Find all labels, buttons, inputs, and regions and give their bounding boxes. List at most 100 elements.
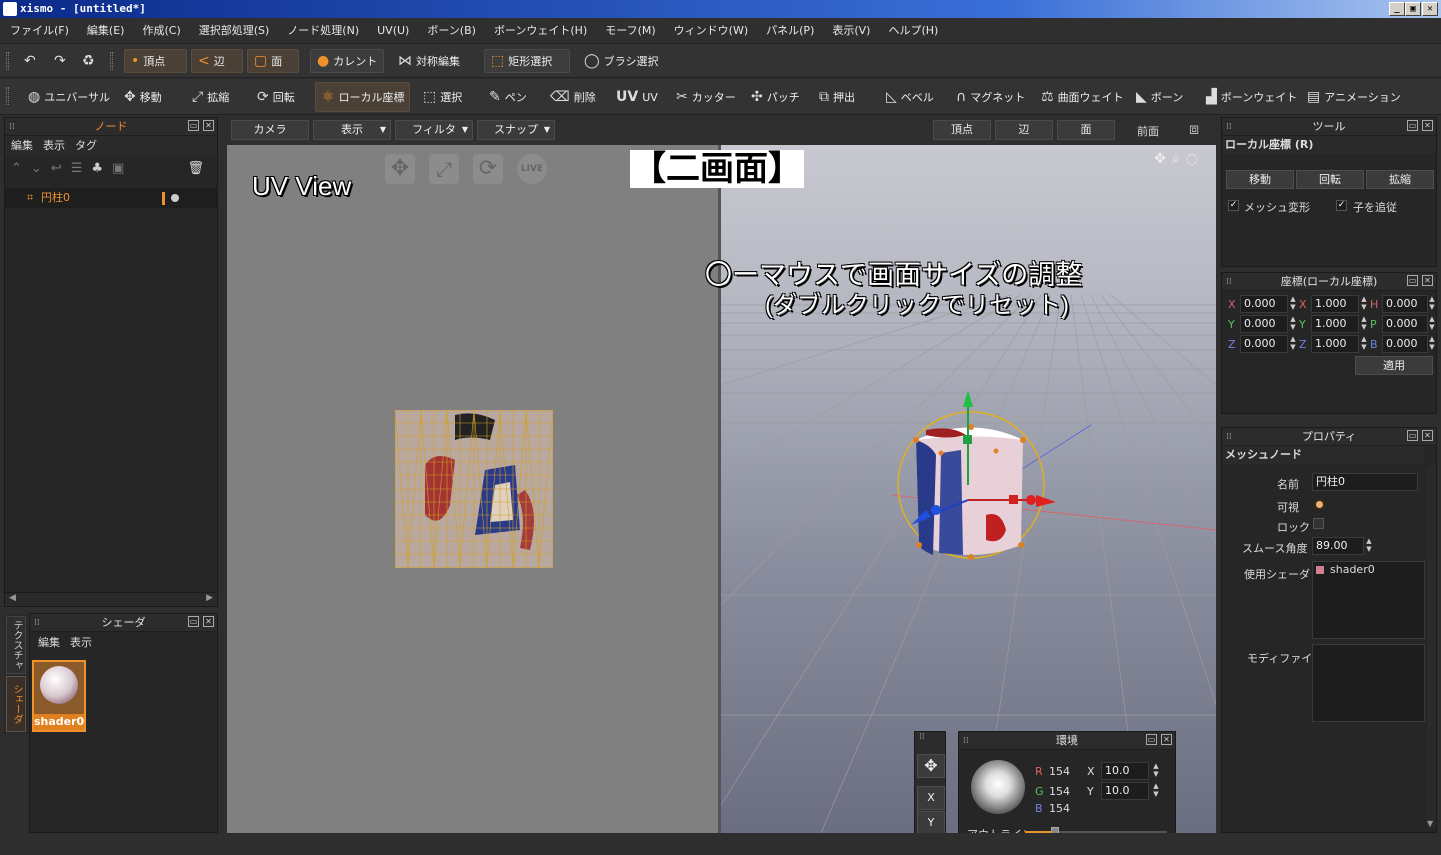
axis-y-button[interactable]: Y [917,811,945,835]
menu-panel[interactable]: パネル(P) [756,18,822,44]
lock-checkbox[interactable] [1313,518,1324,529]
rot-b-input[interactable]: 0.000 [1382,335,1428,353]
cutter-tool[interactable]: ✂ カッター [670,85,742,109]
pen-tool[interactable]: ✎ ペン [483,85,533,109]
light-x-input[interactable]: 10.0 [1101,762,1149,780]
current-button[interactable]: ● カレント [310,49,384,73]
menu-window[interactable]: ウィンドウ(W) [664,18,756,44]
scroll-right-icon[interactable]: ▶ [206,593,213,603]
extrude-tool[interactable]: ⧉ 押出 [813,85,861,109]
animation-tool[interactable]: ▤ アニメーション [1301,85,1407,109]
panel-float-icon[interactable]: ▭ [188,616,199,627]
panel-close-icon[interactable]: ✕ [1422,430,1433,441]
light-y-spinner[interactable]: ▲ ▼ [1151,782,1161,800]
toolbar-grip[interactable] [6,87,9,105]
panel-grip[interactable]: ⁞⁞ [963,732,969,750]
bone-tool[interactable]: ◣ ボーン [1130,85,1189,109]
menu-create[interactable]: 作成(C) [132,18,188,44]
pos-x-spinner[interactable]: ▲ ▼ [1288,295,1298,313]
trash-icon[interactable]: 🗑 [187,156,213,182]
visible-radio[interactable] [1314,499,1325,510]
follow-child-checkbox[interactable]: ✓ [1336,200,1347,211]
modifier-list[interactable] [1312,644,1425,722]
panel-float-icon[interactable]: ▭ [1407,275,1418,286]
down-arrow-icon[interactable]: ⌄ [31,161,51,176]
scale-y-spinner[interactable]: ▲ ▼ [1359,315,1369,333]
local-coord-tool[interactable]: ⚛ ローカル座標 [315,82,410,112]
filter-dropdown[interactable]: フィルタ ▼ [395,120,473,140]
node-menu-view[interactable]: 表示 [43,139,65,152]
redo-icon[interactable]: ↷ [48,49,72,73]
restore-icon[interactable]: ▣ [1405,2,1421,16]
rot-b-spinner[interactable]: ▲ ▼ [1427,335,1437,353]
universal-tool[interactable]: ◍ ユニバーサル [22,85,116,109]
panel-close-icon[interactable]: ✕ [1422,120,1433,131]
minimize-icon[interactable]: _ [1389,2,1405,16]
light-y-input[interactable]: 10.0 [1101,782,1149,800]
vertex-mode-button[interactable]: • 頂点 [124,49,187,73]
view-dropdown[interactable]: 表示 ▼ [313,120,391,140]
rot-p-input[interactable]: 0.000 [1382,315,1428,333]
node-hscrollbar[interactable]: ◀ ▶ [5,592,217,606]
tool-move-button[interactable]: 移動 [1226,170,1294,189]
panel-close-icon[interactable]: ✕ [203,120,214,131]
shader-menu-edit[interactable]: 編集 [38,636,60,649]
cube-icon[interactable]: ▣ [112,161,133,176]
scale-y-input[interactable]: 1.000 [1311,315,1359,333]
shader-menu-view[interactable]: 表示 [70,636,92,649]
smooth-angle-spinner[interactable]: ▲ ▼ [1364,537,1374,555]
shader-list-item[interactable]: shader0 [1330,563,1375,576]
pos-z-input[interactable]: 0.000 [1240,335,1288,353]
uv-zoom-icon[interactable]: ⤢ [429,154,459,184]
uv-rotate-icon[interactable]: ⟳ [473,154,503,184]
rect-select-button[interactable]: ⬚ 矩形選択 [484,49,570,73]
scale-z-spinner[interactable]: ▲ ▼ [1359,335,1369,353]
3d-view[interactable]: ✥⌕◌ [721,145,1216,833]
tool-rotate-button[interactable]: 回転 [1296,170,1364,189]
toolbar-grip[interactable] [110,52,113,70]
name-input[interactable]: 円柱0 [1312,473,1418,491]
scroll-left-icon[interactable]: ◀ [9,593,16,603]
panel-float-icon[interactable]: ▭ [1407,430,1418,441]
node-visible-dot[interactable] [171,194,179,202]
menu-selection[interactable]: 選択部処理(S) [189,18,278,44]
uv-tool[interactable]: UV UV [610,85,664,109]
panel-close-icon[interactable]: ✕ [1422,275,1433,286]
panel-grip[interactable]: ⁞⁞ [1226,118,1232,136]
panel-float-icon[interactable]: ▭ [188,120,199,131]
scale-x-input[interactable]: 1.000 [1311,295,1359,313]
panel-grip[interactable]: ⁞⁞ [34,614,40,632]
rot-p-spinner[interactable]: ▲ ▼ [1427,315,1437,333]
bevel-tool[interactable]: ◺ ベベル [880,85,940,109]
node-menu-tag[interactable]: タグ [75,139,97,152]
menu-morph[interactable]: モーフ(M) [595,18,663,44]
camera-button[interactable]: カメラ [231,120,309,140]
viewcube-icon[interactable]: ⧈ [1189,119,1199,139]
menu-view[interactable]: 表示(V) [822,18,878,44]
light-x-spinner[interactable]: ▲ ▼ [1151,762,1161,780]
uv-view[interactable]: UV View ✥ ⤢ ⟳ LIVE [227,145,721,833]
hierarchy-icon[interactable]: ☰ [71,161,92,176]
panel-grip[interactable]: ⁞⁞ [9,118,15,136]
tool-scale-button[interactable]: 拡縮 [1366,170,1434,189]
panel-close-icon[interactable]: ✕ [203,616,214,627]
delete-tool[interactable]: ⌫ 削除 [544,85,602,109]
panel-grip[interactable]: ⁞⁞ [915,732,945,750]
symmetry-button[interactable]: ⋈ 対称編集 [392,49,466,73]
move-tool[interactable]: ✥ 移動 [118,85,168,109]
panel-grip[interactable]: ⁞⁞ [1226,273,1232,291]
scale-z-input[interactable]: 1.000 [1311,335,1359,353]
group-icon[interactable]: ♣ [91,161,112,176]
menu-help[interactable]: ヘルプ(H) [878,18,946,44]
undo-icon[interactable]: ↶ [18,49,42,73]
brush-select-button[interactable]: ◯ ブラシ選択 [578,49,664,73]
menu-node[interactable]: ノード処理(N) [277,18,367,44]
pan-icon[interactable]: ✥ [1154,151,1172,167]
uv-live-icon[interactable]: LIVE [517,154,547,184]
tab-texture[interactable]: テクスチャ [6,616,26,674]
view-vertex-button[interactable]: 頂点 [933,120,991,140]
magnet-tool[interactable]: ∩ マグネット [950,85,1031,109]
rotate-tool[interactable]: ⟳ 回転 [251,85,301,109]
select-tool[interactable]: ⬚ 選択 [417,85,468,109]
cylinder-object[interactable] [891,385,1061,575]
